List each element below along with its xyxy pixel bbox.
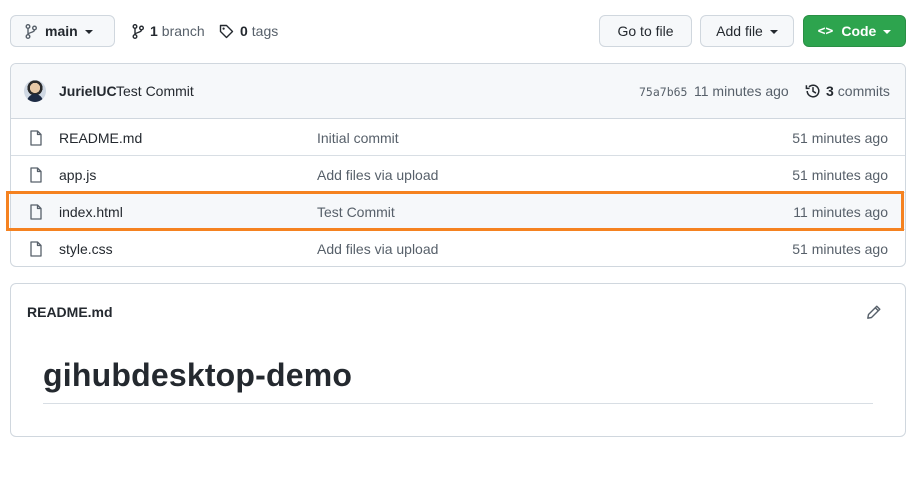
commit-sha-link[interactable]: 75a7b65 (639, 85, 687, 99)
repo-toolbar: main 1 branch 0 tags Go to file Add file… (10, 15, 906, 47)
file-age: 51 minutes ago (792, 130, 888, 146)
tag-icon (219, 24, 234, 38)
readme-heading: gihubdesktop-demo (43, 357, 353, 393)
add-file-label: Add file (716, 23, 763, 39)
file-commit-link[interactable]: Add files via upload (317, 167, 438, 183)
readme-filename: README.md (27, 304, 113, 320)
tag-count-label: tags (251, 23, 279, 39)
heading-divider (43, 403, 873, 404)
file-age: 51 minutes ago (792, 241, 888, 257)
commit-message-link[interactable]: Test Commit (116, 83, 194, 99)
code-button-label: Code (841, 23, 877, 39)
file-commit-link[interactable]: Add files via upload (317, 241, 438, 257)
file-age: 11 minutes ago (793, 204, 888, 220)
chevron-down-icon (84, 30, 93, 34)
chevron-down-icon (769, 30, 778, 34)
file-icon (30, 241, 42, 257)
commit-time: 11 minutes ago (694, 83, 789, 99)
history-icon (805, 84, 820, 98)
branch-selector-button[interactable]: main (10, 15, 115, 47)
git-branch-icon (25, 23, 37, 39)
commit-count-label: commits (837, 83, 890, 99)
file-row[interactable]: style.css Add files via upload 51 minute… (11, 230, 905, 266)
file-row[interactable]: README.md Initial commit 51 minutes ago (11, 119, 905, 156)
branch-count-label: branch (161, 23, 205, 39)
git-branch-icon (132, 23, 144, 39)
code-icon: <> (817, 23, 834, 39)
file-icon (30, 167, 42, 183)
file-commit-link[interactable]: Initial commit (317, 130, 399, 146)
file-age: 51 minutes ago (792, 167, 888, 183)
tags-link[interactable]: 0 tags (219, 15, 278, 47)
add-file-button[interactable]: Add file (700, 15, 794, 47)
pencil-icon[interactable] (866, 304, 882, 320)
tag-count: 0 (240, 23, 248, 39)
file-commit-link[interactable]: Test Commit (317, 204, 395, 220)
file-name-link[interactable]: index.html (59, 204, 123, 220)
file-browser: JurielUC Test Commit 75a7b65 11 minutes … (10, 63, 906, 267)
file-name-link[interactable]: style.css (59, 241, 113, 257)
branch-name: main (45, 23, 78, 39)
go-to-file-button[interactable]: Go to file (599, 15, 692, 47)
commits-history-link[interactable]: 3 commits (805, 83, 890, 99)
avatar[interactable] (24, 80, 46, 102)
code-button[interactable]: <> Code (803, 15, 906, 47)
commit-author-link[interactable]: JurielUC (59, 83, 117, 99)
file-row[interactable]: app.js Add files via upload 51 minutes a… (11, 156, 905, 193)
latest-commit-bar: JurielUC Test Commit 75a7b65 11 minutes … (11, 64, 905, 119)
file-icon (30, 130, 42, 146)
readme-panel: README.md gihubdesktop-demo (10, 283, 906, 437)
file-icon (30, 204, 42, 220)
chevron-down-icon (883, 30, 892, 34)
file-name-link[interactable]: README.md (59, 130, 142, 146)
branch-count: 1 (150, 23, 158, 39)
file-name-link[interactable]: app.js (59, 167, 96, 183)
file-row[interactable]: index.html Test Commit 11 minutes ago (11, 193, 905, 230)
commit-count: 3 (826, 83, 834, 99)
branches-link[interactable]: 1 branch (132, 15, 205, 47)
